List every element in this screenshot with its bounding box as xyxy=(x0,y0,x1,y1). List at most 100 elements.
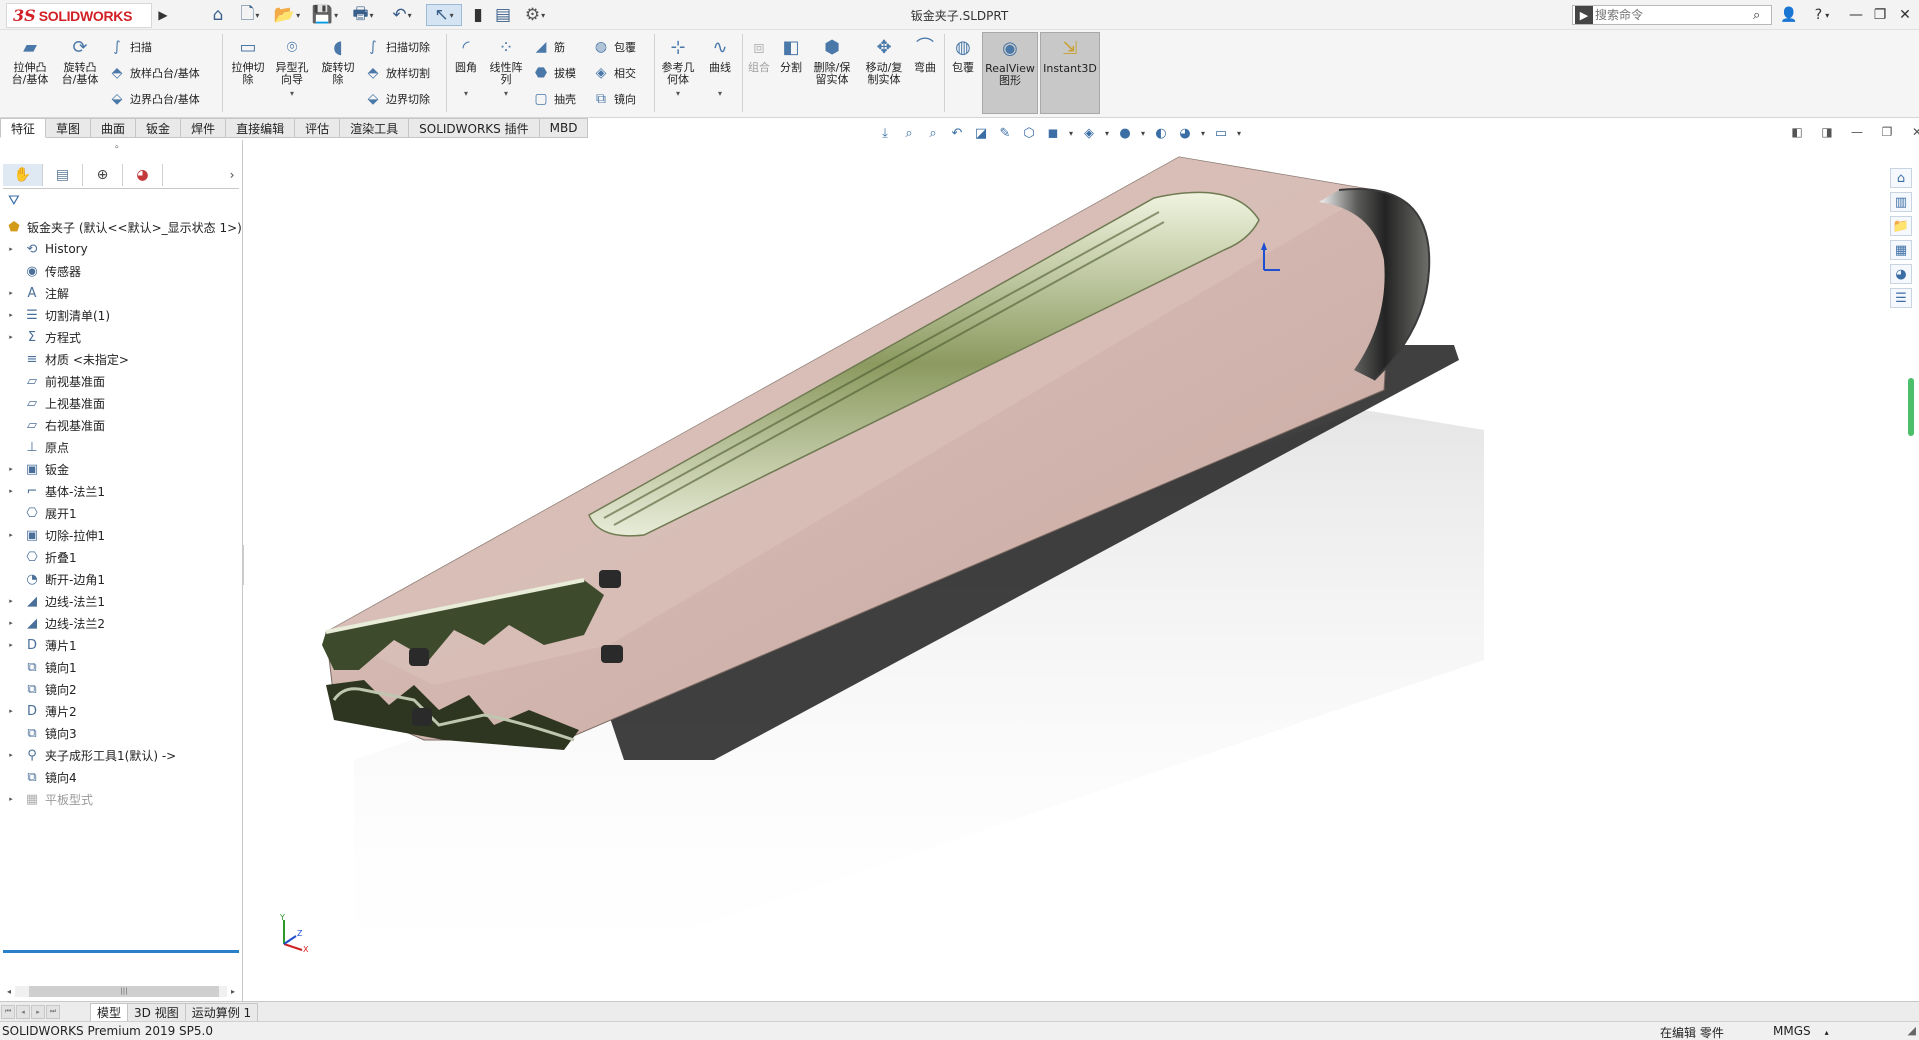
tree-item[interactable]: ⧉ 镜向4 xyxy=(0,766,243,788)
chevron-down-icon[interactable]: ▾ xyxy=(676,88,680,100)
swept-cut-button[interactable]: ∫ 扫描切除 xyxy=(364,36,430,58)
tab-6[interactable]: 评估 xyxy=(295,118,341,138)
chevron-down-icon[interactable]: ▾ xyxy=(718,88,722,100)
boundary-boss-button[interactable]: ⬙ 边界凸台/基体 xyxy=(108,88,200,110)
first-tab-icon[interactable]: ⏮ xyxy=(1,1004,15,1019)
tab-9[interactable]: MBD xyxy=(539,118,589,138)
restore-icon[interactable]: ❐ xyxy=(1869,4,1891,26)
delete-keep-body-button[interactable]: ⬢ 删除/保 留实体 xyxy=(808,36,856,86)
expand-arrow-icon[interactable]: ▸ xyxy=(6,531,16,539)
unit-system-selector[interactable]: MMGS ▴ xyxy=(1773,1024,1829,1038)
tab-4[interactable]: 焊件 xyxy=(181,118,227,138)
configuration-manager-tab-icon[interactable]: ⊕ xyxy=(83,164,123,186)
display-manager-tab-icon[interactable]: ◕ xyxy=(123,164,163,186)
menu-expand-arrow-icon[interactable]: ▶ xyxy=(155,5,171,25)
realview-graphics-toggle[interactable]: ◉ RealView 图形 xyxy=(982,32,1038,114)
tab-5[interactable]: 直接编辑 xyxy=(226,118,296,138)
flex-button[interactable]: ⌒ 弯曲 xyxy=(910,36,940,74)
tab-7[interactable]: 渲染工具 xyxy=(340,118,410,138)
tab-0[interactable]: 特征 xyxy=(0,118,47,138)
search-icon[interactable]: ⌕ xyxy=(1753,8,1771,23)
resources-home-icon[interactable]: ⌂ xyxy=(1890,168,1912,188)
tab-2[interactable]: 曲面 xyxy=(91,118,137,138)
select-icon[interactable]: ↖ ▾ xyxy=(426,4,462,26)
mirror-button[interactable]: ⧉ 镜向 xyxy=(592,88,636,110)
viewport-minimize-icon[interactable]: — xyxy=(1846,122,1868,142)
tree-item[interactable]: ▸ ▦ 平板型式 xyxy=(0,788,243,810)
viewport-prev-icon[interactable]: ◧ xyxy=(1786,122,1808,142)
view-palette-icon[interactable]: ▦ xyxy=(1890,240,1912,260)
combine-button[interactable]: ⧈ 组合 xyxy=(744,36,774,74)
prev-tab-icon[interactable]: ◂ xyxy=(16,1004,30,1019)
user-icon[interactable]: 👤 xyxy=(1778,4,1800,26)
tree-item[interactable]: ▸ ◢ 边线-法兰2 xyxy=(0,612,243,634)
search-commands-box[interactable]: ▶ ⌕ xyxy=(1572,5,1772,25)
expand-arrow-icon[interactable]: ▸ xyxy=(6,487,16,495)
tree-item[interactable]: ◉ 传感器 xyxy=(0,260,243,282)
save-icon[interactable]: 💾 ▾ xyxy=(308,4,342,26)
wrap-body-button[interactable]: ◍ 包覆 xyxy=(948,36,978,74)
expand-arrow-icon[interactable]: ▸ xyxy=(6,795,16,803)
tab-8[interactable]: SOLIDWORKS 插件 xyxy=(409,118,540,138)
tree-item[interactable]: ▸ D 薄片1 xyxy=(0,634,243,656)
file-properties-icon[interactable]: ▤ xyxy=(492,4,514,26)
expand-arrow-icon[interactable]: ▸ xyxy=(6,641,16,649)
feature-tree-root[interactable]: ⬟ 钣金夹子 (默认<<默认>_显示状态 1>) xyxy=(0,216,243,238)
tree-item[interactable]: ▸ ▣ 切除-拉伸1 xyxy=(0,524,243,546)
open-icon[interactable]: 📂 ▾ xyxy=(270,4,304,26)
tree-item[interactable]: ▱ 上视基准面 xyxy=(0,392,243,414)
tree-item[interactable]: ⧉ 镜向3 xyxy=(0,722,243,744)
solidworks-logo[interactable]: 3S SOLIDWORKS xyxy=(6,3,152,28)
boundary-cut-button[interactable]: ⬙ 边界切除 xyxy=(364,88,430,110)
expand-arrow-icon[interactable]: ▸ xyxy=(6,707,16,715)
curves-button[interactable]: ∿ 曲线 ▾ xyxy=(700,36,740,100)
viewport-next-icon[interactable]: ◨ xyxy=(1816,122,1838,142)
print-icon[interactable]: 🖶 ▾ xyxy=(346,4,380,26)
instant3d-toggle[interactable]: ⇲ Instant3D xyxy=(1040,32,1100,114)
close-icon[interactable]: ✕ xyxy=(1894,4,1916,26)
bottom-tab-2[interactable]: 运动算例 1 xyxy=(185,1002,259,1021)
tree-item[interactable]: ▸ ⚲ 夹子成形工具1(默认) -> xyxy=(0,744,243,766)
fillet-button[interactable]: ◜ 圆角 ▾ xyxy=(448,36,484,100)
task-pane-scroll-handle[interactable] xyxy=(1908,378,1914,436)
split-button[interactable]: ◧ 分割 xyxy=(776,36,806,74)
search-input[interactable] xyxy=(1595,8,1753,22)
expand-arrow-icon[interactable]: ▸ xyxy=(6,465,16,473)
horizontal-scrollbar[interactable]: ◂ ||| ▸ xyxy=(3,983,239,999)
last-tab-icon[interactable]: ⏭ xyxy=(46,1004,60,1019)
bottom-tab-0[interactable]: 模型 xyxy=(90,1002,129,1021)
scroll-thumb[interactable]: ||| xyxy=(29,985,219,997)
tree-item[interactable]: ▸ ☰ 切割清单(1) xyxy=(0,304,243,326)
filter-icon[interactable]: ⛛ xyxy=(8,193,20,209)
loft-boss-button[interactable]: ⬘ 放样凸台/基体 xyxy=(108,62,200,84)
graphics-area[interactable] xyxy=(244,140,1884,1001)
expand-arrow-icon[interactable]: ▸ xyxy=(6,311,16,319)
intersect-button[interactable]: ◈ 相交 xyxy=(592,62,636,84)
tree-item[interactable]: ▱ 右视基准面 xyxy=(0,414,243,436)
viewport-close-icon[interactable]: ✕ xyxy=(1906,122,1919,142)
revolve-cut-button[interactable]: ◖ 旋转切 除 xyxy=(316,36,360,86)
viewport-restore-icon[interactable]: ❐ xyxy=(1876,122,1898,142)
tree-item[interactable]: ▱ 前视基准面 xyxy=(0,370,243,392)
expand-arrow-icon[interactable]: ▸ xyxy=(6,289,16,297)
help-icon[interactable]: ? ▾ xyxy=(1805,4,1839,26)
undo-icon[interactable]: ↶ ▾ xyxy=(384,4,420,26)
next-tab-icon[interactable]: ▸ xyxy=(31,1004,45,1019)
rebuild-icon[interactable]: ▮ xyxy=(468,4,488,26)
expand-arrow-icon[interactable]: ▸ xyxy=(6,619,16,627)
resize-grip-icon[interactable]: ◢ xyxy=(1908,1024,1916,1037)
tree-item[interactable]: ▸ ⟲ History xyxy=(0,238,243,260)
rib-button[interactable]: ◢ 筋 xyxy=(532,36,565,58)
options-icon[interactable]: ⚙ ▾ xyxy=(518,4,552,26)
scroll-right-icon[interactable]: ▸ xyxy=(227,987,239,996)
tree-item[interactable]: ⧉ 镜向2 xyxy=(0,678,243,700)
home-icon[interactable]: ⌂ xyxy=(206,4,230,26)
reference-geometry-button[interactable]: ⊹ 参考几 何体 ▾ xyxy=(656,36,700,100)
linear-pattern-button[interactable]: ⁘ 线性阵 列 ▾ xyxy=(484,36,528,100)
tree-item[interactable]: ⊥ 原点 xyxy=(0,436,243,458)
draft-button[interactable]: ⬣ 拔模 xyxy=(532,62,576,84)
sheet-metal-clip-model[interactable] xyxy=(244,140,1884,1001)
tree-item[interactable]: ◔ 断开-边角1 xyxy=(0,568,243,590)
hole-wizard-button[interactable]: ⌾ 异型孔 向导 ▾ xyxy=(270,36,314,100)
tree-item[interactable]: ▸ ⌐ 基体-法兰1 xyxy=(0,480,243,502)
